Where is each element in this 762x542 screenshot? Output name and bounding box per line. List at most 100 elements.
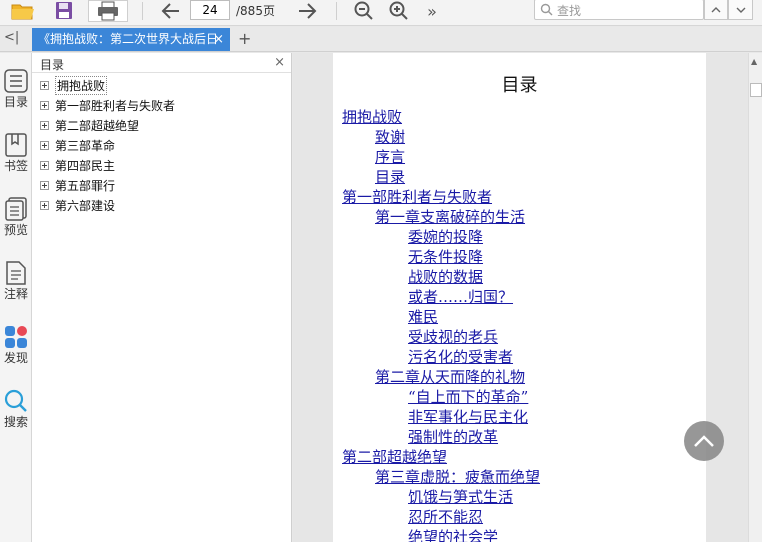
toc-link[interactable]: 致谢 — [375, 127, 405, 147]
sidebar-item-discover[interactable]: 发现 — [0, 325, 32, 366]
expand-icon[interactable] — [40, 160, 49, 170]
save-icon — [56, 2, 72, 19]
expand-icon[interactable] — [40, 200, 49, 210]
toc-panel-title: 目录 — [40, 58, 65, 72]
sidebar-item-label: 注释 — [3, 287, 28, 301]
chevron-up-icon — [694, 435, 714, 447]
sidebar-item-label: 搜索 — [3, 415, 28, 429]
toc-link[interactable]: 忍所不能忍 — [408, 507, 483, 527]
toc-tree-item[interactable]: 第六部建设 — [40, 196, 115, 214]
sidebar-item-annotations[interactable]: 注释 — [0, 261, 32, 302]
prev-page-button[interactable] — [158, 0, 184, 22]
toc-link[interactable]: 委婉的投降 — [408, 227, 483, 247]
zoom-in-icon — [389, 1, 408, 20]
toc-tree-item[interactable]: 第四部民主 — [40, 156, 115, 174]
toolbar-divider — [142, 2, 143, 20]
vertical-scrollbar[interactable]: ▲ — [748, 53, 762, 542]
search-icon — [540, 3, 553, 16]
sidebar-item-bookmarks[interactable]: 书签 — [0, 133, 32, 174]
scrollbar-thumb[interactable] — [750, 83, 762, 97]
toc-link[interactable]: 难民 — [408, 307, 438, 327]
toc-link[interactable]: 无条件投降 — [408, 247, 483, 267]
new-tab-button[interactable]: + — [238, 29, 251, 48]
toc-tree-label: 第四部民主 — [55, 158, 116, 173]
toc-link[interactable]: 受歧视的老兵 — [408, 327, 498, 347]
tab-close-button[interactable]: × — [213, 28, 224, 51]
search-placeholder: 查找 — [557, 4, 582, 18]
document-page: 目录 拥抱战败 致谢 序言 目录 第一部胜利者与失败者 第一章支离破碎的生活 委… — [333, 53, 706, 542]
tab-bar: <| 《拥抱战败：第二次世界大战后日 × + — [0, 27, 762, 52]
expand-icon[interactable] — [40, 100, 49, 110]
toc-link[interactable]: “自上而下的革命” — [408, 387, 528, 407]
toc-tree-label: 第六部建设 — [55, 198, 116, 213]
tab-document[interactable]: 《拥抱战败：第二次世界大战后日 × — [32, 28, 230, 51]
expand-icon[interactable] — [40, 80, 49, 90]
toc-tree-item[interactable]: 第二部超越绝望 — [40, 116, 139, 134]
chevron-down-icon — [736, 7, 745, 13]
toc-panel-close-button[interactable]: × — [274, 55, 285, 70]
sidebar-item-toc[interactable]: 目录 — [0, 69, 32, 110]
page-number-input[interactable] — [190, 0, 230, 20]
search-input[interactable]: 查找 — [534, 0, 704, 20]
printer-icon — [98, 1, 118, 21]
next-page-button[interactable] — [294, 0, 320, 22]
apps-icon — [5, 326, 27, 348]
toc-panel: 目录 × 拥抱战败 第一部胜利者与失败者 第二部超越绝望 第三部革命 第四部民主… — [32, 53, 292, 542]
folder-icon — [11, 4, 34, 20]
toc-link[interactable]: 第一部胜利者与失败者 — [342, 187, 492, 207]
toc-tree-item[interactable]: 第三部革命 — [40, 136, 115, 154]
toc-link[interactable]: 非军事化与民主化 — [408, 407, 528, 427]
toc-link[interactable]: 污名化的受害者 — [408, 347, 513, 367]
toc-panel-header: 目录 × — [32, 53, 291, 73]
toc-link[interactable]: 第一章支离破碎的生活 — [375, 207, 525, 227]
toolbar-divider — [336, 2, 337, 20]
toc-link[interactable]: 序言 — [375, 147, 405, 167]
bookmark-icon — [5, 133, 27, 157]
list-icon — [4, 69, 28, 93]
search-icon — [4, 389, 27, 412]
toc-link[interactable]: 强制性的改革 — [408, 427, 498, 447]
toc-tree-item[interactable]: 第五部罪行 — [40, 176, 115, 194]
zoom-out-button[interactable] — [352, 0, 376, 22]
toc-link[interactable]: 饥饿与笋式生活 — [408, 487, 513, 507]
open-folder-button[interactable] — [8, 0, 38, 22]
toc-tree-item[interactable]: 第一部胜利者与失败者 — [40, 96, 175, 114]
sidebar-item-search[interactable]: 搜索 — [0, 389, 32, 430]
toc-tree-label: 第五部罪行 — [55, 178, 116, 193]
thumbnails-icon — [5, 197, 27, 221]
back-to-top-button[interactable] — [684, 421, 724, 461]
expand-icon[interactable] — [40, 140, 49, 150]
toc-tree-label: 第三部革命 — [55, 138, 116, 153]
tab-label: 《拥抱战败：第二次世界大战后日 — [38, 32, 219, 46]
zoom-in-button[interactable] — [387, 0, 411, 22]
toc-link[interactable]: 拥抱战败 — [342, 107, 402, 127]
toc-tree-label: 拥抱战败 — [55, 75, 108, 95]
toc-link[interactable]: 目录 — [375, 167, 405, 187]
sidebar-item-preview[interactable]: 预览 — [0, 197, 32, 238]
toc-link[interactable]: 绝望的社会学 — [408, 527, 498, 542]
save-button[interactable] — [50, 0, 78, 22]
scroll-up-icon[interactable]: ▲ — [751, 57, 757, 66]
main-toolbar: /885页 » 查找 — [0, 0, 762, 26]
toc-link[interactable]: 战败的数据 — [408, 267, 483, 287]
page-total-label: /885页 — [236, 4, 275, 18]
toc-link[interactable]: 第三章虚脱：疲惫而绝望 — [375, 467, 540, 487]
sidebar-item-label: 书签 — [3, 159, 28, 173]
expand-icon[interactable] — [40, 180, 49, 190]
arrow-right-icon — [299, 3, 317, 19]
annotation-icon — [6, 261, 26, 285]
sidebar-item-label: 发现 — [3, 351, 28, 365]
toc-tree-item[interactable]: 拥抱战败 — [40, 75, 108, 95]
toc-link[interactable]: 或者……归国？ — [408, 287, 513, 307]
toc-link[interactable]: 第二部超越绝望 — [342, 447, 447, 467]
print-button[interactable] — [88, 0, 128, 22]
expand-icon[interactable] — [40, 120, 49, 130]
sidebar-icon-strip: 目录 书签 预览 注释 发现 搜索 — [0, 53, 32, 542]
toc-link[interactable]: 第二章从天而降的礼物 — [375, 367, 525, 387]
document-viewport: 目录 拥抱战败 致谢 序言 目录 第一部胜利者与失败者 第一章支离破碎的生活 委… — [293, 53, 748, 542]
search-prev-button[interactable] — [704, 0, 728, 20]
search-next-button[interactable] — [728, 0, 753, 20]
collapse-sidebar-button[interactable]: <| — [4, 30, 19, 45]
arrow-left-icon — [161, 3, 179, 19]
more-tools-button[interactable]: » — [422, 0, 442, 22]
